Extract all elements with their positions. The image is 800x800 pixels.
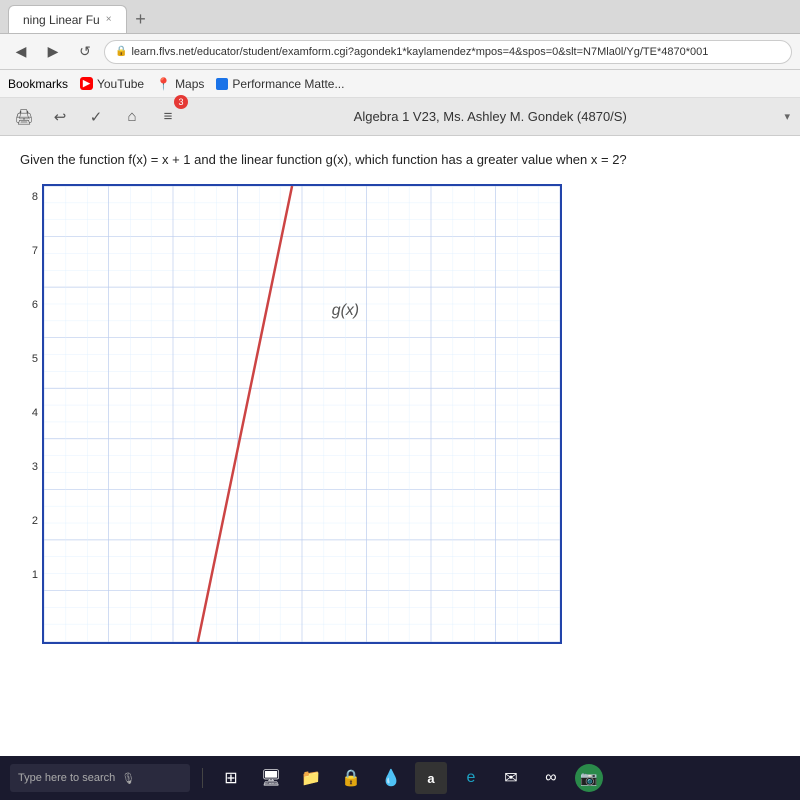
youtube-icon: ▶	[80, 77, 93, 90]
y-label-3: 3	[20, 462, 38, 473]
course-dropdown-arrow[interactable]: ▾	[784, 110, 790, 123]
back-icon[interactable]: ↩	[46, 103, 74, 131]
taskbar-camera-icon[interactable]: 📷	[575, 764, 603, 792]
youtube-label: YouTube	[97, 77, 144, 91]
reload-button[interactable]: ↺	[72, 39, 98, 65]
address-text: learn.flvs.net/educator/student/examform…	[131, 46, 708, 58]
course-title: Algebra 1 V23, Ms. Ashley M. Gondek (487…	[204, 109, 776, 124]
graph-svg: g(x)	[44, 186, 560, 642]
check-icon[interactable]: ✓	[82, 103, 110, 131]
maps-label: Maps	[175, 77, 204, 91]
bookmark-maps[interactable]: 📍 Maps	[156, 77, 204, 91]
microphone-icon: 🎙	[121, 772, 135, 785]
question-text: Given the function f(x) = x + 1 and the …	[20, 150, 780, 170]
y-label-7: 7	[20, 246, 38, 257]
taskbar-windows-icon[interactable]: ⊞	[215, 762, 247, 794]
back-button[interactable]: ◀	[8, 39, 34, 65]
lock-icon: 🔒	[115, 46, 127, 57]
y-label-1: 1	[20, 570, 38, 581]
taskbar-search-box[interactable]: Type here to search 🎙	[10, 764, 190, 792]
taskbar-monitor-icon[interactable]: 🖥	[255, 762, 287, 794]
taskbar-folder-icon[interactable]: 📁	[295, 762, 327, 794]
tab-label: ning Linear Fu	[23, 13, 100, 27]
maps-pin-icon: 📍	[156, 77, 171, 91]
y-label-6: 6	[20, 300, 38, 311]
taskbar-dropbox-icon[interactable]: 💧	[375, 762, 407, 794]
y-label-4: 4	[20, 408, 38, 419]
bookmark-youtube[interactable]: ▶ YouTube	[80, 77, 144, 91]
forward-button[interactable]: ▶	[40, 39, 66, 65]
gx-label: g(x)	[332, 301, 359, 318]
performance-label: Performance Matte...	[232, 77, 344, 91]
performance-icon	[216, 78, 228, 90]
taskbar-separator	[202, 768, 203, 788]
y-label-5: 5	[20, 354, 38, 365]
active-tab[interactable]: ning Linear Fu ×	[8, 5, 127, 33]
y-label-8: 8	[20, 192, 38, 203]
home-icon[interactable]: ⌂	[118, 103, 146, 131]
bookmarks-bar: Bookmarks ▶ YouTube 📍 Maps Performance M…	[0, 70, 800, 98]
browser-window: ning Linear Fu × + ◀ ▶ ↺ 🔒 learn.flvs.ne…	[0, 0, 800, 800]
bookmarks-label: Bookmarks	[8, 77, 68, 91]
graph-container: g(x)	[42, 184, 562, 644]
taskbar-mail-icon[interactable]: ✉	[495, 762, 527, 794]
y-label-2: 2	[20, 516, 38, 527]
taskbar-lock-icon[interactable]: 🔒	[335, 762, 367, 794]
address-box[interactable]: 🔒 learn.flvs.net/educator/student/examfo…	[104, 40, 792, 64]
tab-bar: ning Linear Fu × +	[0, 0, 800, 34]
print-icon[interactable]: 🖨	[10, 103, 38, 131]
taskbar-infinity-icon[interactable]: ∞	[535, 762, 567, 794]
main-content: Given the function f(x) = x + 1 and the …	[0, 136, 800, 768]
tab-close-button[interactable]: ×	[106, 14, 112, 25]
taskbar-a-icon[interactable]: a	[415, 762, 447, 794]
address-bar-row: ◀ ▶ ↺ 🔒 learn.flvs.net/educator/student/…	[0, 34, 800, 70]
bookmark-performance[interactable]: Performance Matte...	[216, 77, 344, 91]
search-placeholder: Type here to search	[18, 772, 115, 784]
taskbar-edge-icon[interactable]: e	[455, 762, 487, 794]
notification-badge: 3	[174, 95, 188, 109]
new-tab-button[interactable]: +	[127, 5, 155, 33]
toolbar: 🖨 ↩ ✓ ⌂ ≡ 3 Algebra 1 V23, Ms. Ashley M.…	[0, 98, 800, 136]
windows-taskbar: Type here to search 🎙 ⊞ 🖥 📁 🔒 💧 a e ✉ ∞ …	[0, 756, 800, 800]
